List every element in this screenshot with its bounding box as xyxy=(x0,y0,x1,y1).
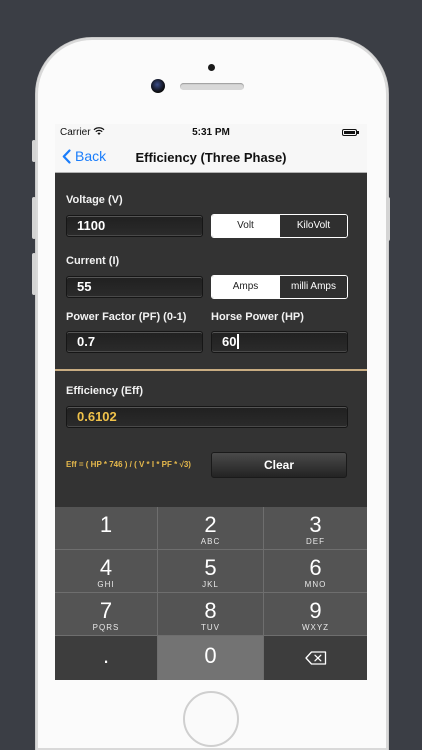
key-7[interactable]: 7 PQRS xyxy=(55,593,157,635)
key-7-letters: PQRS xyxy=(92,623,120,632)
key-5-number: 5 xyxy=(204,555,217,580)
voltage-label: Voltage (V) xyxy=(66,194,123,206)
key-1-number: 1 xyxy=(99,512,113,537)
voltage-unit-selector: Volt KiloVolt xyxy=(211,214,348,238)
key-9[interactable]: 9 WXYZ xyxy=(264,593,367,635)
section-divider xyxy=(55,369,367,371)
unit-volt-segment[interactable]: Volt xyxy=(212,215,279,237)
key-3-letters: DEF xyxy=(306,537,325,546)
status-time: 5:31 PM xyxy=(192,127,230,138)
key-8[interactable]: 8 TUV xyxy=(158,593,263,635)
power-factor-input[interactable]: 0.7 xyxy=(66,331,203,353)
volume-down-button xyxy=(32,253,36,295)
status-bar: Carrier 5:31 PM xyxy=(55,124,367,142)
unit-kilovolt-segment[interactable]: KiloVolt xyxy=(279,215,347,237)
front-sensor xyxy=(208,64,215,71)
key-6[interactable]: 6 MNO xyxy=(264,550,367,592)
key-9-number: 9 xyxy=(309,598,322,623)
key-decimal-label: . xyxy=(102,643,110,668)
mute-switch xyxy=(32,140,36,162)
current-unit-selector: Amps milli Amps xyxy=(211,275,348,299)
key-4-number: 4 xyxy=(99,555,113,580)
horse-power-label: Horse Power (HP) xyxy=(211,311,304,323)
key-4[interactable]: 4 GHI xyxy=(55,550,157,592)
horse-power-input[interactable]: 60 xyxy=(211,331,348,353)
key-1[interactable]: 1 xyxy=(55,507,157,549)
front-camera xyxy=(151,79,165,93)
key-delete[interactable] xyxy=(264,636,367,680)
key-decimal[interactable]: . xyxy=(55,636,157,680)
key-4-letters: GHI xyxy=(97,580,115,589)
efficiency-label: Efficiency (Eff) xyxy=(66,385,144,397)
power-factor-label: Power Factor (PF) (0-1) xyxy=(66,311,187,323)
key-2[interactable]: 2 ABC xyxy=(158,507,263,549)
home-button[interactable] xyxy=(183,691,239,747)
unit-amps-segment[interactable]: Amps xyxy=(212,276,279,298)
key-2-number: 2 xyxy=(204,512,217,537)
earpiece-speaker xyxy=(180,83,244,90)
numeric-keypad: 1 2 ABC 3 DEF 4 GHI 5 JKL 6 MNO 7 PQRS 8 xyxy=(55,507,367,680)
key-3[interactable]: 3 DEF xyxy=(264,507,367,549)
text-caret xyxy=(237,334,240,349)
page-title: Efficiency (Three Phase) xyxy=(135,150,287,165)
key-6-letters: MNO xyxy=(304,580,327,589)
unit-milliamps-segment[interactable]: milli Amps xyxy=(279,276,347,298)
volume-up-button xyxy=(32,197,36,239)
power-button xyxy=(386,197,390,241)
clear-button[interactable]: Clear xyxy=(211,452,347,478)
current-input[interactable]: 55 xyxy=(66,276,203,298)
voltage-input[interactable]: 1100 xyxy=(66,215,203,237)
key-5[interactable]: 5 JKL xyxy=(158,550,263,592)
key-0-number: 0 xyxy=(204,643,217,668)
efficiency-result-field: 0.6102 xyxy=(66,406,348,428)
key-8-letters: TUV xyxy=(201,623,220,632)
key-5-letters: JKL xyxy=(202,580,219,589)
backspace-icon xyxy=(304,651,326,665)
key-8-number: 8 xyxy=(204,598,217,623)
app-screen: Carrier 5:31 PM Back Efficiency (Three P… xyxy=(55,124,367,680)
current-label: Current (I) xyxy=(66,255,120,267)
horse-power-value: 60 xyxy=(222,334,237,349)
key-7-number: 7 xyxy=(99,598,113,623)
battery-icon xyxy=(342,129,359,136)
navigation-bar: Back Efficiency (Three Phase) xyxy=(55,142,367,173)
key-2-letters: ABC xyxy=(200,537,221,546)
key-9-letters: WXYZ xyxy=(301,623,330,632)
formula-text: Eff = ( HP * 746 ) / ( V * I * PF * √3) xyxy=(66,460,191,469)
key-3-number: 3 xyxy=(309,512,322,537)
key-6-number: 6 xyxy=(309,555,322,580)
key-0[interactable]: 0 xyxy=(158,636,263,680)
